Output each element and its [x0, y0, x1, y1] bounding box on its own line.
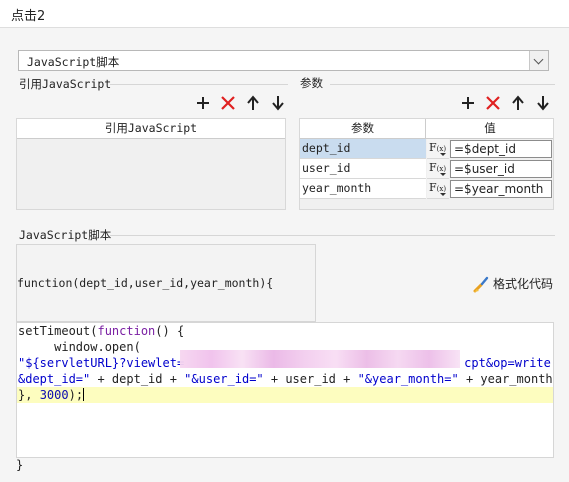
arrow-down-icon [272, 96, 284, 111]
text-cursor [83, 388, 85, 401]
title-bar: 点击2 [0, 0, 569, 28]
param-name-cell[interactable]: dept_id [300, 139, 426, 159]
function-signature: function(dept_id,user_id,year_month){ [17, 276, 274, 290]
param-row[interactable]: dept_id F(x) =$dept_id [300, 139, 553, 159]
move-param-up-button[interactable] [510, 95, 526, 111]
ref-js-table[interactable]: 引用JavaScript [16, 118, 286, 210]
param-row[interactable]: user_id F(x) =$user_id [300, 159, 553, 179]
script-type-select[interactable]: JavaScript脚本 [18, 50, 549, 71]
formula-button[interactable]: F(x) [427, 139, 449, 159]
chevron-down-icon[interactable] [529, 51, 548, 70]
add-param-button[interactable] [460, 95, 476, 111]
formula-button[interactable]: F(x) [427, 159, 449, 179]
delete-param-button[interactable] [485, 95, 501, 111]
formula-button[interactable]: F(x) [427, 179, 449, 199]
param-value-field[interactable]: =$dept_id [450, 140, 552, 158]
code-line: }, 3000); [18, 388, 85, 402]
move-ref-down-button[interactable] [270, 95, 286, 111]
param-section-label: 参数 [300, 76, 323, 90]
red-x-icon [486, 96, 500, 110]
code-line: &dept_id=" + dept_id + "&user_id=" + use… [18, 372, 553, 386]
move-param-down-button[interactable] [535, 95, 551, 111]
param-row[interactable]: year_month F(x) =$year_month [300, 179, 553, 199]
function-closing-brace: } [16, 458, 24, 472]
window-title: 点击2 [11, 9, 46, 24]
caret-down-icon [440, 153, 446, 156]
param-name-cell[interactable]: year_month [300, 179, 426, 199]
plus-icon [197, 97, 209, 109]
arrow-down-icon [537, 96, 549, 111]
code-line: window.open( [18, 340, 141, 354]
script-section-divider [110, 235, 555, 236]
ref-js-column-header: 引用JavaScript [17, 119, 285, 139]
brush-icon [473, 276, 489, 293]
add-ref-button[interactable] [195, 95, 211, 111]
caret-down-icon [440, 173, 446, 176]
red-x-icon [221, 96, 235, 110]
format-code-label: 格式化代码 [493, 277, 554, 291]
script-type-value: JavaScript脚本 [27, 55, 120, 69]
param-table[interactable]: 参数 值 dept_id F(x) =$dept_id user_id F(x)… [299, 118, 554, 210]
param-value-field[interactable]: =$user_id [450, 160, 552, 178]
ref-js-section-label: 引用JavaScript [19, 77, 112, 91]
current-line-highlight [17, 387, 553, 403]
move-ref-up-button[interactable] [245, 95, 261, 111]
arrow-up-icon [247, 95, 259, 110]
code-line: setTimeout(function() { [18, 324, 185, 338]
js-script-section-label: JavaScript脚本 [19, 228, 112, 242]
caret-down-icon [440, 193, 446, 196]
code-editor[interactable]: setTimeout(function() { window.open( "${… [16, 322, 554, 458]
param-name-header: 参数 [300, 119, 426, 138]
delete-ref-button[interactable] [220, 95, 236, 111]
redacted-text [180, 350, 460, 368]
param-section-divider [330, 84, 555, 85]
param-value-header: 值 [484, 121, 496, 135]
arrow-up-icon [512, 95, 524, 110]
plus-icon [462, 97, 474, 109]
ref-section-divider [110, 84, 288, 85]
param-name-cell[interactable]: user_id [300, 159, 426, 179]
param-table-header: 参数 值 [300, 119, 553, 139]
param-value-field[interactable]: =$year_month [450, 180, 552, 198]
